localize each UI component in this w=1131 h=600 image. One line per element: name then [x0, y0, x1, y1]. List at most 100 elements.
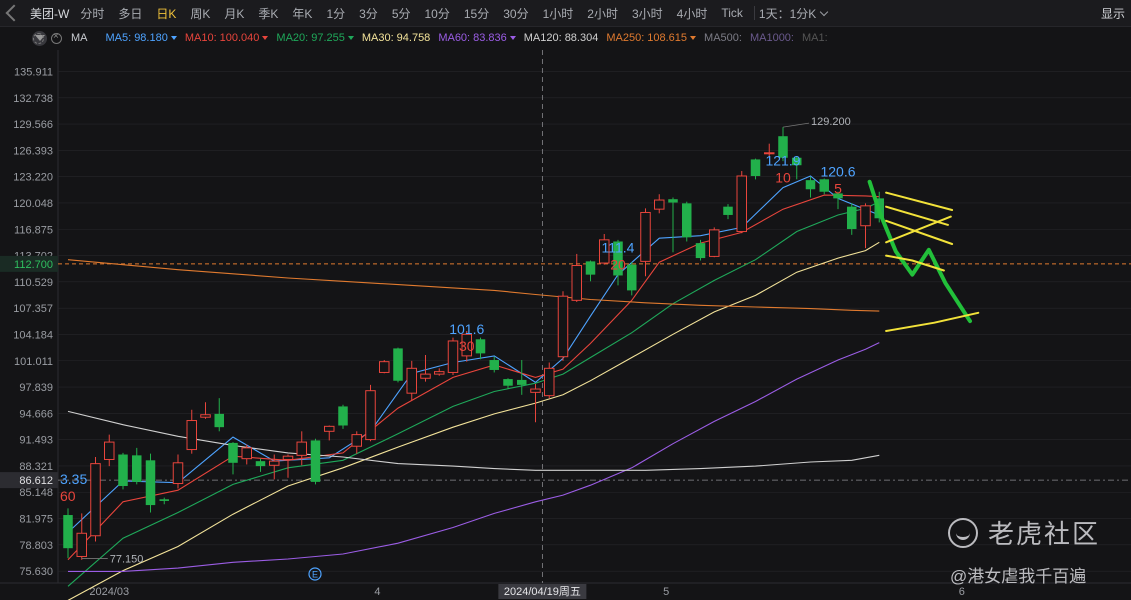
- ma-item-2[interactable]: MA20: 97.255: [276, 32, 354, 44]
- candle[interactable]: [324, 425, 335, 441]
- tab-period-11[interactable]: 15分: [457, 5, 496, 22]
- ma-item-3[interactable]: MA30: 94.758: [362, 32, 430, 44]
- candle[interactable]: [668, 197, 678, 253]
- tab-period-7[interactable]: 1分: [319, 5, 352, 22]
- candle[interactable]: [104, 434, 115, 467]
- candle[interactable]: [228, 442, 238, 475]
- candle[interactable]: [76, 513, 87, 560]
- settings-icon[interactable]: [33, 32, 44, 44]
- candle-body: [434, 371, 445, 375]
- candle[interactable]: [379, 360, 390, 374]
- ma-item-7[interactable]: MA500:: [704, 32, 742, 44]
- candle[interactable]: [557, 291, 569, 361]
- candle[interactable]: [544, 362, 555, 399]
- tab-period-2[interactable]: 日K: [149, 5, 183, 22]
- candle[interactable]: [310, 438, 321, 485]
- candle[interactable]: [118, 452, 128, 490]
- candle[interactable]: [709, 227, 720, 258]
- tab-period-0[interactable]: 分时: [73, 5, 111, 22]
- candle[interactable]: [750, 158, 761, 180]
- candle-body: [159, 499, 169, 501]
- candle[interactable]: [269, 454, 280, 480]
- candle[interactable]: [860, 203, 871, 249]
- tab-period-14[interactable]: 2小时: [580, 5, 625, 22]
- ma-line-ma20: [67, 201, 880, 587]
- candle[interactable]: [159, 497, 170, 505]
- candle[interactable]: [406, 360, 417, 401]
- tab-period-6[interactable]: 年K: [285, 5, 319, 22]
- left-edge-label: 3.35: [60, 471, 87, 487]
- candle[interactable]: [805, 176, 816, 198]
- candle-body: [393, 348, 403, 381]
- candle[interactable]: [723, 204, 733, 220]
- ma-item-9[interactable]: MA1:: [802, 32, 828, 44]
- candle[interactable]: [338, 404, 348, 429]
- candle[interactable]: [517, 360, 527, 395]
- candle[interactable]: [640, 208, 651, 277]
- candle[interactable]: [434, 368, 445, 376]
- close-icon[interactable]: [51, 31, 62, 44]
- symbol-selector[interactable]: 美团-W: [0, 4, 73, 22]
- candle[interactable]: [214, 398, 225, 432]
- tab-period-15[interactable]: 3小时: [625, 5, 670, 22]
- candle[interactable]: [819, 178, 830, 195]
- ma-line-ma10: [67, 194, 880, 561]
- candle-body: [819, 179, 829, 192]
- drawing-stroke: [885, 191, 954, 211]
- collapse-icon[interactable]: [5, 4, 23, 22]
- candle[interactable]: [351, 431, 362, 454]
- ma-value: 98.180: [134, 32, 168, 44]
- tab-period-9[interactable]: 5分: [385, 5, 418, 22]
- candle[interactable]: [63, 508, 73, 559]
- tab-period-5[interactable]: 季K: [251, 5, 285, 22]
- range-selector[interactable]: 1天：1分K: [759, 5, 829, 22]
- candle-body: [324, 425, 335, 432]
- candle[interactable]: [847, 203, 857, 235]
- tab-period-13[interactable]: 1小时: [536, 5, 581, 22]
- ma-item-8[interactable]: MA1000:: [750, 32, 794, 44]
- candle[interactable]: [200, 402, 211, 419]
- candle[interactable]: [654, 194, 665, 214]
- tab-period-3[interactable]: 周K: [183, 5, 217, 22]
- tab-period-17[interactable]: Tick: [714, 6, 750, 20]
- candle[interactable]: [736, 171, 747, 234]
- last-price-label: 112.700: [14, 259, 53, 271]
- candle[interactable]: [627, 262, 637, 296]
- candle-body: [695, 243, 706, 259]
- candle[interactable]: [172, 454, 184, 489]
- candle[interactable]: [489, 356, 500, 373]
- candle[interactable]: [585, 260, 596, 282]
- candle[interactable]: [475, 337, 486, 360]
- candle[interactable]: [132, 447, 142, 485]
- ma-item-4[interactable]: MA60: 83.836: [438, 32, 516, 44]
- candle[interactable]: [90, 457, 101, 542]
- tab-period-8[interactable]: 3分: [352, 5, 385, 22]
- candle[interactable]: [255, 458, 266, 472]
- event-marker-label: E: [312, 570, 318, 580]
- tab-period-16[interactable]: 4小时: [670, 5, 715, 22]
- candle[interactable]: [530, 384, 541, 423]
- candle[interactable]: [695, 239, 706, 261]
- candle[interactable]: [365, 384, 376, 442]
- candle[interactable]: [241, 444, 252, 465]
- tab-period-1[interactable]: 多日: [111, 5, 149, 22]
- indicator-bar: MA MA5: 98.180MA10: 100.040MA20: 97.255M…: [0, 27, 1131, 49]
- tab-period-12[interactable]: 30分: [496, 5, 535, 22]
- x-tick-label: 2024/04/19周五: [504, 585, 581, 598]
- tab-period-4[interactable]: 月K: [217, 5, 251, 22]
- candle[interactable]: [393, 347, 403, 383]
- ma-item-1[interactable]: MA10: 100.040: [185, 32, 269, 44]
- display-button[interactable]: 显示: [1101, 5, 1125, 22]
- left-edge-label: 60: [60, 488, 76, 504]
- candle[interactable]: [682, 201, 692, 242]
- candle[interactable]: [571, 253, 582, 302]
- tab-period-10[interactable]: 10分: [418, 5, 457, 22]
- candle[interactable]: [186, 409, 197, 454]
- candle[interactable]: [503, 378, 513, 390]
- candle[interactable]: [145, 453, 156, 513]
- ma-item-0[interactable]: MA5: 98.180: [106, 32, 177, 44]
- arrow-down-icon: [690, 36, 697, 40]
- ma-item-5[interactable]: MA120: 88.304: [524, 32, 599, 44]
- ma-item-6[interactable]: MA250: 108.615: [606, 32, 697, 44]
- candle[interactable]: [447, 337, 459, 375]
